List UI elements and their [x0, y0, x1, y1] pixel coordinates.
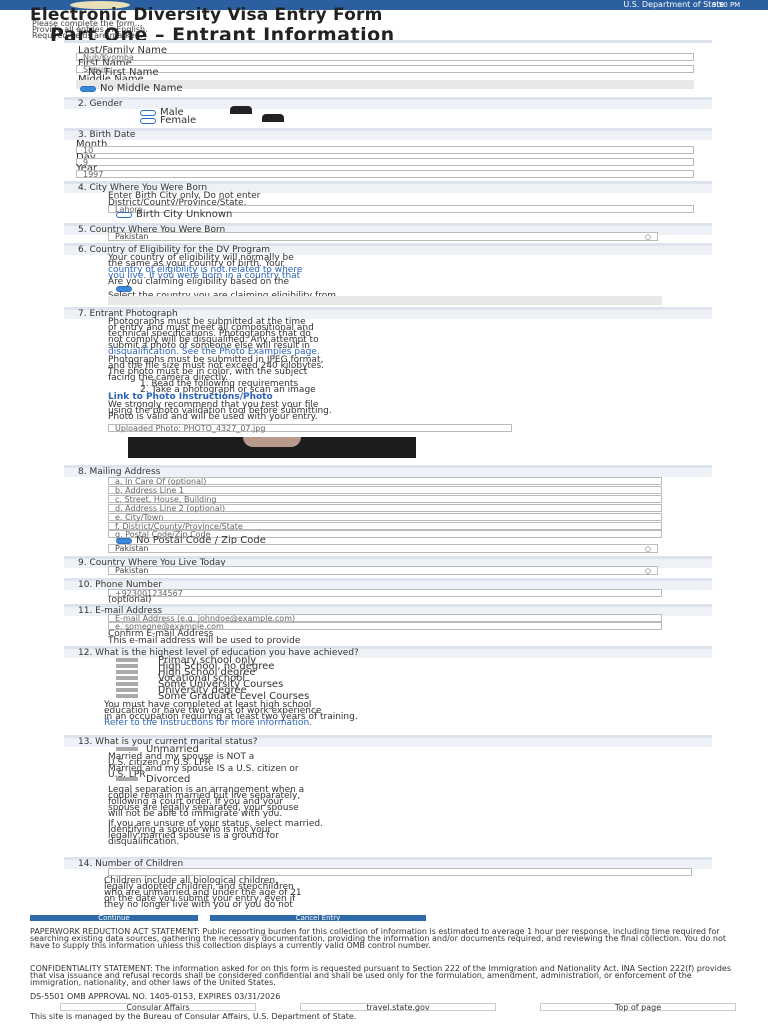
address-line-2-input[interactable]: d. Address Line 2 (optional) [108, 504, 662, 513]
chevron-down-icon: ○ [644, 567, 651, 575]
email-note: This e-mail address will be used to prov… [108, 636, 301, 646]
last-name-input[interactable]: Nuh/Kyomba [76, 53, 694, 62]
children-input[interactable] [108, 868, 692, 876]
phone-note: (optional) [108, 595, 152, 605]
footer-link-travel[interactable]: travel.state.gov [300, 1003, 496, 1012]
edu-radio-3[interactable] [116, 670, 138, 674]
marital-option-divorced: Divorced [146, 774, 191, 785]
eligibility-question: Are you claiming eligibility based on th… [108, 277, 290, 287]
marital-note-5: will not be able to immigrate with you. [108, 809, 283, 819]
omb-number: DS-5501 OMB APPROVAL NO. 1405-0153, EXPI… [30, 992, 281, 1001]
marital-radio-1[interactable] [116, 747, 138, 751]
paperwork-statement: PAPERWORK REDUCTION ACT STATEMENT: Publi… [30, 928, 727, 950]
edu-radio-7[interactable] [116, 694, 138, 698]
chevron-down-icon: ○ [644, 233, 651, 241]
eligibility-country-select[interactable] [108, 296, 662, 305]
photo-file-input[interactable]: Uploaded Photo: PHOTO_4327_07.jpg [108, 424, 512, 433]
birth-country-value: Pakistan [115, 232, 149, 241]
entrant-photo [128, 437, 416, 458]
continue-button[interactable]: Continue [30, 915, 198, 922]
marital-note-9: disqualification. [108, 837, 180, 847]
address-line-1-input[interactable]: b. Address Line 1 [108, 486, 662, 495]
email-input[interactable]: E-mail Address (e.g. johndoe@example.com… [108, 614, 662, 623]
edu-radio-5[interactable] [116, 682, 138, 686]
country-today-value: Pakistan [115, 566, 149, 575]
first-name-input[interactable]: Shaun [76, 65, 694, 74]
time-display: 9:50 PM [712, 1, 741, 9]
street-input[interactable]: c. Street, House, Building [108, 495, 662, 504]
phone-input[interactable]: +923001234567 [108, 589, 662, 598]
chevron-down-icon: ○ [644, 545, 651, 553]
birth-country-select[interactable]: Pakistan ○ [108, 232, 658, 241]
footer-bottom-text: This site is managed by the Bureau of Co… [30, 1012, 357, 1021]
female-icon [262, 114, 284, 122]
female-radio[interactable] [140, 118, 156, 124]
care-of-input[interactable]: a. In Care Of (optional) [108, 477, 662, 486]
no-middle-name-label: No Middle Name [100, 83, 183, 94]
mailing-heading: 8. Mailing Address [64, 468, 712, 477]
entrant-face [243, 437, 301, 447]
no-middle-name-checkbox[interactable] [80, 86, 96, 92]
footer-link-consular[interactable]: Consular Affairs [60, 1003, 256, 1012]
month-input[interactable]: 10 [76, 146, 694, 155]
children-note-5: they no longer live with you or you do n… [104, 900, 293, 910]
year-input[interactable]: 1997 [76, 170, 694, 179]
edu-note-link[interactable]: Refer to the Instructions for more infor… [104, 719, 312, 728]
edu-radio-4[interactable] [116, 676, 138, 680]
city-input[interactable]: e. City/Town [108, 513, 662, 522]
state-input[interactable]: f. District/County/Province/State [108, 522, 662, 531]
male-radio[interactable] [140, 110, 156, 116]
edu-radio-1[interactable] [116, 658, 138, 662]
marital-radio-divorced[interactable] [116, 777, 138, 781]
mailing-country-select[interactable]: Pakistan ○ [108, 544, 658, 553]
photo-valid-text: Photo is valid and will be used with you… [108, 412, 318, 422]
country-today-select[interactable]: Pakistan ○ [108, 566, 658, 575]
edu-radio-2[interactable] [116, 664, 138, 668]
day-input[interactable]: 9 [76, 158, 694, 167]
mailing-country-value: Pakistan [115, 544, 149, 553]
cancel-entry-button[interactable]: Cancel Entry [210, 915, 426, 922]
confidentiality-statement: CONFIDENTIALITY STATEMENT: The informati… [30, 965, 732, 987]
edu-radio-6[interactable] [116, 688, 138, 692]
birth-city-unknown-checkbox[interactable] [116, 212, 132, 218]
male-icon [230, 106, 252, 114]
birth-city-unknown-label: Birth City Unknown [136, 209, 233, 220]
birth-date-heading: 3. Birth Date [64, 131, 712, 140]
female-label: Female [160, 115, 197, 126]
footer-link-top[interactable]: Top of page [540, 1003, 736, 1012]
